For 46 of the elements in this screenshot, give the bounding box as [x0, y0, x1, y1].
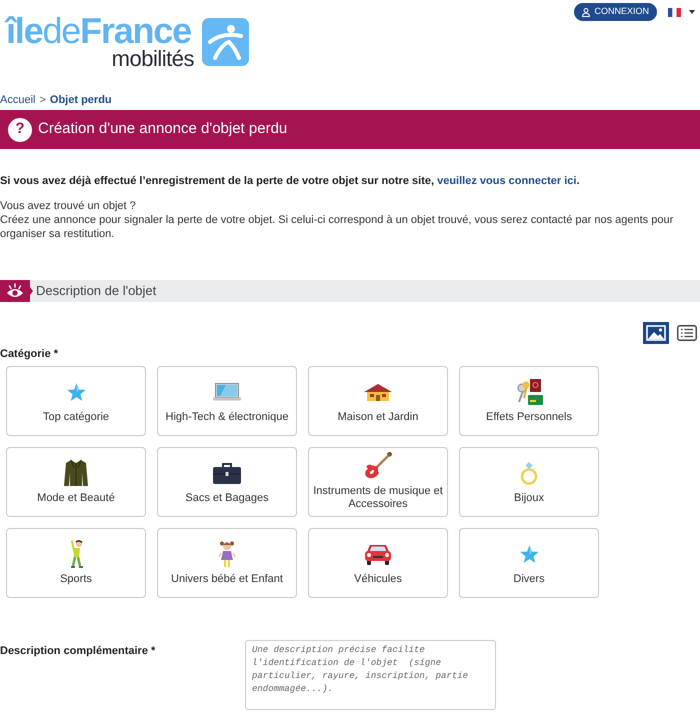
star-icon: [520, 544, 538, 562]
breadcrumb-separator: >: [39, 92, 46, 108]
logo-wordmark: îledeFrance: [4, 10, 191, 51]
category-option[interactable]: High-Tech & électronique: [157, 366, 297, 436]
found-question: Vous avez trouvé un objet ?: [0, 199, 137, 213]
list-view-icon[interactable]: [677, 325, 697, 341]
eye-icon: [0, 280, 33, 302]
caret-icon[interactable]: [689, 10, 695, 14]
image-view-icon[interactable]: [643, 322, 669, 344]
category-option[interactable]: Mode et Beauté: [6, 447, 146, 517]
category-option[interactable]: Maison et Jardin: [308, 366, 448, 436]
login-button[interactable]: CONNEXION: [574, 3, 657, 21]
user-icon: [582, 8, 590, 16]
keys-and-documents-icon: [515, 378, 543, 406]
breadcrumb-current: Objet perdu: [50, 92, 112, 108]
category-option[interactable]: Sacs et Bagages: [157, 447, 297, 517]
description-field[interactable]: Une description précise facilite l'identification de l'objet (signe particulier, rayure, inscription, partie endommagée...).: [245, 640, 496, 710]
category-option[interactable]: Divers: [459, 528, 599, 598]
login-notice: Si vous avez déjà effectué l’enregistrement de la perte de votre objet sur notre site, veuillez vous connecter ici.: [0, 174, 581, 188]
breadcrumb-link[interactable]: Accueil: [0, 92, 36, 108]
category-option[interactable]: Effets Personnels: [459, 366, 599, 436]
category-option[interactable]: Top catégorie: [6, 366, 146, 436]
guitar-icon: [364, 452, 392, 480]
laptop-icon: [213, 382, 241, 400]
description-label: Description complémentaire *: [0, 644, 156, 658]
found-description: Créez une annonce pour signaler la perte de votre objet. Si celui-ci correspond à un objet trouvé, vous serez contacté par nos agents pour organiser sa restitution.: [0, 213, 674, 241]
person-logo-icon: [202, 18, 249, 66]
logo-tagline: mobilités: [110, 48, 194, 70]
child-icon: [218, 540, 236, 568]
star-icon: [66, 382, 86, 400]
french-flag-icon[interactable]: [668, 8, 681, 16]
house-icon: [364, 382, 392, 400]
category-label: Catégorie *: [0, 347, 60, 361]
car-icon: [364, 542, 392, 564]
jacket-icon: [64, 458, 88, 486]
category-option[interactable]: Bijoux: [459, 447, 599, 517]
login-link[interactable]: veuillez vous connecter ici: [437, 175, 576, 187]
category-option[interactable]: Univers bébé et Enfant: [157, 528, 297, 598]
question-mark-icon: ?: [8, 118, 32, 142]
section-title: Description de l'objet: [36, 282, 156, 300]
category-option[interactable]: Véhicules: [308, 528, 448, 598]
page-title: Création d'une annonce d'objet perdu: [38, 119, 288, 140]
category-option[interactable]: Sports: [6, 528, 146, 598]
category-option[interactable]: Instruments de musique et Accessoires: [308, 447, 448, 517]
ring-icon: [520, 460, 538, 484]
briefcase-icon: [213, 462, 241, 484]
